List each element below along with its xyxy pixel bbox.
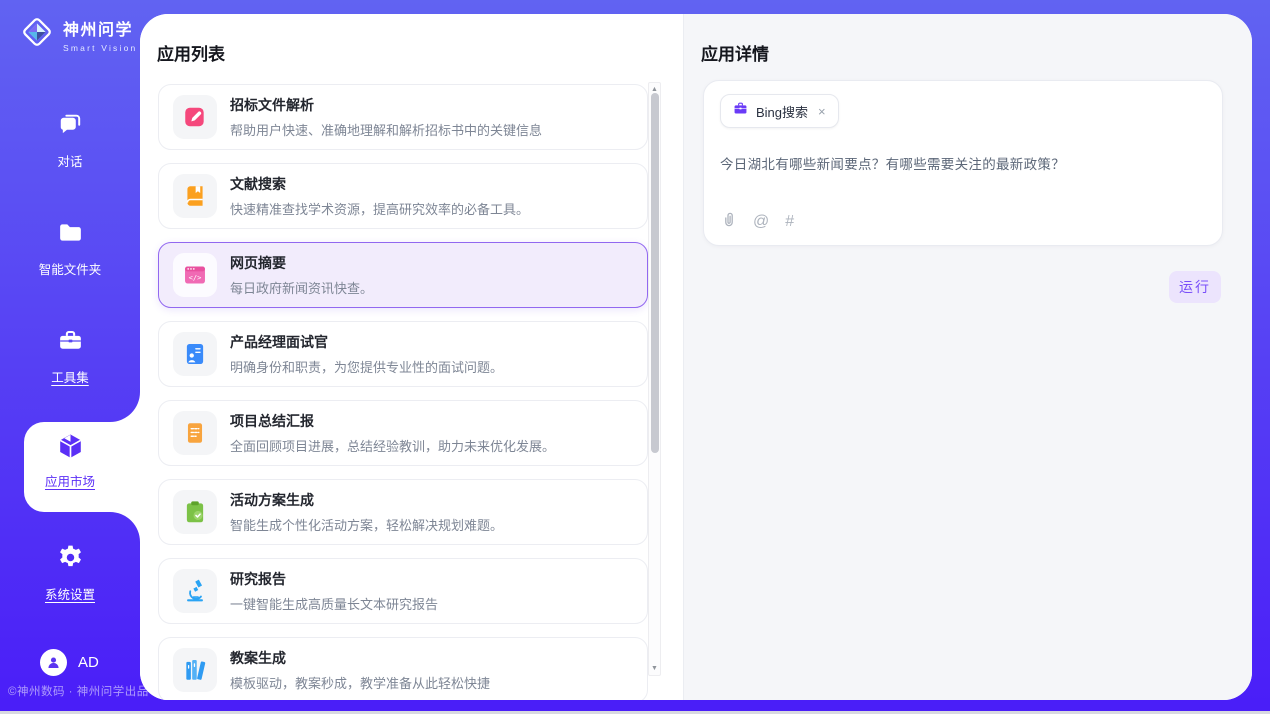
clipboard-check-icon xyxy=(173,490,217,534)
app-card-lesson-plan[interactable]: 教案生成 模板驱动，教案秒成，教学准备从此轻松快捷 xyxy=(158,637,648,700)
sidebar-item-toolbox[interactable]: 工具集 xyxy=(0,326,140,386)
prompt-toolbar: @ # xyxy=(721,211,794,232)
close-icon[interactable]: × xyxy=(818,104,826,119)
copyright-footer: ©神州数码 · 神州问学出品 xyxy=(8,683,149,699)
app-desc: 每日政府新闻资讯快查。 xyxy=(230,278,373,297)
chat-bubbles-icon xyxy=(56,126,85,143)
sidebar-item-label: 系统设置 xyxy=(0,584,140,603)
svg-text:</>: </> xyxy=(189,273,202,282)
app-list-title: 应用列表 xyxy=(157,40,225,65)
app-desc: 智能生成个性化活动方案，轻松解决规划难题。 xyxy=(230,515,503,534)
app-desc: 明确身份和职责，为您提供专业性的面试问题。 xyxy=(230,357,503,376)
report-lines-icon xyxy=(173,411,217,455)
sidebar-item-settings[interactable]: 系统设置 xyxy=(0,543,140,603)
app-desc: 全面回顾项目进展，总结经验教训，助力未来优化发展。 xyxy=(230,436,555,455)
app-desc: 模板驱动，教案秒成，教学准备从此轻松快捷 xyxy=(230,673,490,692)
app-desc: 快速精准查找学术资源，提高研究效率的必备工具。 xyxy=(230,199,529,218)
brand-subtitle: Smart Vision xyxy=(63,43,137,53)
scroll-down-arrow-icon[interactable]: ▼ xyxy=(649,665,660,672)
sidebar-item-app-market[interactable]: 应用市场 xyxy=(0,431,140,490)
app-list-panel: 应用列表 招标文件解析 帮助用户快速、准确地理解和解析招标书中的关键信息 xyxy=(140,14,683,700)
tool-tag-label: Bing搜索 xyxy=(756,102,808,121)
prompt-text[interactable]: 今日湖北有哪些新闻要点？有哪些需要关注的最新政策？ xyxy=(720,153,1206,173)
browser-code-icon: </> xyxy=(173,253,217,297)
app-detail-title: 应用详情 xyxy=(701,40,769,65)
user-name: AD xyxy=(78,654,99,671)
app-card-web-summary[interactable]: </> 网页摘要 每日政府新闻资讯快查。 xyxy=(158,242,648,308)
sidebar-item-chat[interactable]: 对话 xyxy=(0,110,140,170)
mention-icon[interactable]: @ xyxy=(753,214,769,230)
brand-logo: 神州问学 Smart Vision xyxy=(18,13,137,56)
book-icon xyxy=(173,174,217,218)
sidebar-item-label: 工具集 xyxy=(0,367,140,386)
app-window: 神州问学 Smart Vision 对话 智能文件夹 xyxy=(0,0,1270,714)
books-icon xyxy=(173,648,217,692)
app-name: 招标文件解析 xyxy=(230,95,542,115)
sidebar-item-label: 智能文件夹 xyxy=(0,259,140,278)
app-detail-panel: 应用详情 Bing搜索 × 今日湖北有哪些新闻要点？有哪些需要关注的最新政 xyxy=(683,14,1252,700)
app-desc: 一键智能生成高质量长文本研究报告 xyxy=(230,594,438,613)
app-list: 招标文件解析 帮助用户快速、准确地理解和解析招标书中的关键信息 文献搜索 xyxy=(158,84,648,700)
gear-icon xyxy=(56,559,85,576)
briefcase-icon xyxy=(733,101,748,121)
scrollbar-thumb[interactable] xyxy=(651,93,659,453)
app-name: 网页摘要 xyxy=(230,253,373,273)
microscope-icon xyxy=(173,569,217,613)
tool-tag-bing-search[interactable]: Bing搜索 × xyxy=(720,94,839,128)
run-button[interactable]: 运行 xyxy=(1169,271,1221,303)
app-card-event-plan[interactable]: 活动方案生成 智能生成个性化活动方案，轻松解决规划难题。 xyxy=(158,479,648,545)
toolbox-icon xyxy=(56,342,85,359)
cube-icon xyxy=(55,449,86,466)
folder-icon xyxy=(56,234,85,251)
app-card-tender-analysis[interactable]: 招标文件解析 帮助用户快速、准确地理解和解析招标书中的关键信息 xyxy=(158,84,648,150)
app-name: 项目总结汇报 xyxy=(230,411,555,431)
sidebar-item-smart-folder[interactable]: 智能文件夹 xyxy=(0,218,140,278)
main-content: 应用列表 招标文件解析 帮助用户快速、准确地理解和解析招标书中的关键信息 xyxy=(140,14,1252,700)
brand-name: 神州问学 xyxy=(63,16,137,40)
app-card-research-report[interactable]: 研究报告 一键智能生成高质量长文本研究报告 xyxy=(158,558,648,624)
sidebar-item-label: 对话 xyxy=(0,151,140,170)
app-name: 教案生成 xyxy=(230,648,490,668)
edit-square-icon xyxy=(173,95,217,139)
sidebar-item-label: 应用市场 xyxy=(0,471,140,490)
prompt-card: Bing搜索 × 今日湖北有哪些新闻要点？有哪些需要关注的最新政策？ @ # xyxy=(703,80,1223,246)
app-name: 活动方案生成 xyxy=(230,490,503,510)
diamond-logo-icon xyxy=(18,13,56,56)
app-name: 产品经理面试官 xyxy=(230,332,503,352)
avatar xyxy=(40,649,67,676)
user-account[interactable]: AD xyxy=(40,649,99,676)
app-card-project-summary[interactable]: 项目总结汇报 全面回顾项目进展，总结经验教训，助力未来优化发展。 xyxy=(158,400,648,466)
document-person-icon xyxy=(173,332,217,376)
scroll-up-arrow-icon[interactable]: ▲ xyxy=(649,86,660,93)
app-card-pm-interviewer[interactable]: 产品经理面试官 明确身份和职责，为您提供专业性的面试问题。 xyxy=(158,321,648,387)
app-desc: 帮助用户快速、准确地理解和解析招标书中的关键信息 xyxy=(230,120,542,139)
hashtag-icon[interactable]: # xyxy=(785,214,794,230)
person-icon xyxy=(45,654,62,671)
paperclip-icon[interactable] xyxy=(721,211,737,232)
app-name: 文献搜索 xyxy=(230,174,529,194)
scrollbar[interactable]: ▲ ▼ xyxy=(648,82,661,676)
app-name: 研究报告 xyxy=(230,569,438,589)
sidebar: 神州问学 Smart Vision 对话 智能文件夹 xyxy=(0,0,140,714)
app-card-literature-search[interactable]: 文献搜索 快速精准查找学术资源，提高研究效率的必备工具。 xyxy=(158,163,648,229)
